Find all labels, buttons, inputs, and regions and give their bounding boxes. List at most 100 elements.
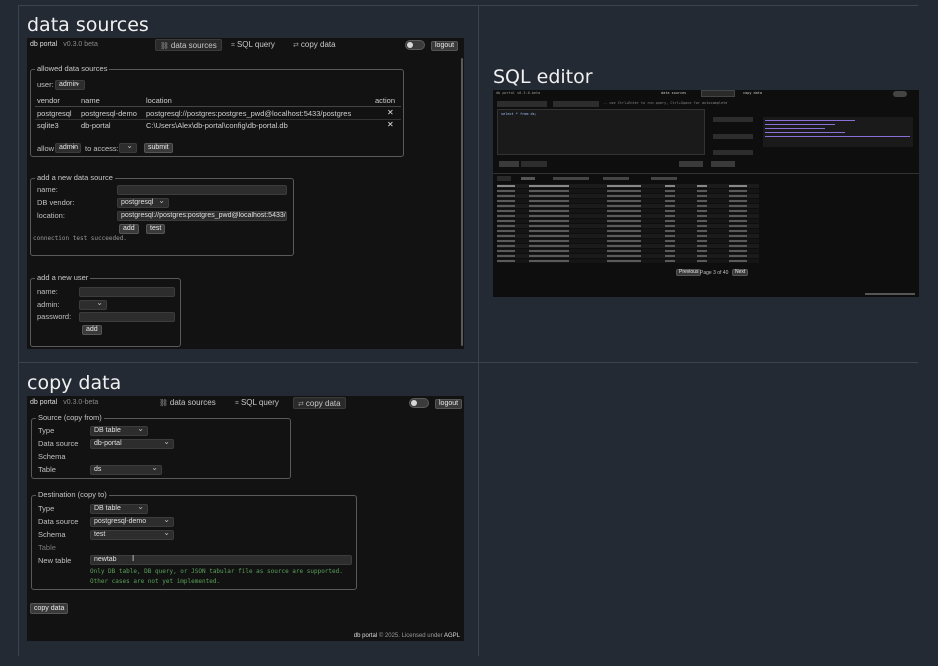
mini-result-row (497, 254, 759, 258)
mini-result-cell (607, 185, 641, 187)
mini-copy-button[interactable] (711, 161, 735, 167)
tab-sql-query[interactable]: ⌗ SQL query (227, 39, 279, 51)
new-table-label: New table (38, 556, 72, 565)
new-source-legend: add a new data source (35, 173, 115, 182)
mini-result-cell (529, 260, 569, 262)
mini-side-select-3[interactable] (713, 150, 753, 155)
delete-icon[interactable]: ✕ (387, 108, 394, 117)
sql-editor-topbar: db portal v0.3.0-beta data sources copy … (493, 90, 919, 98)
mini-result-cell (497, 205, 515, 207)
theme-toggle[interactable] (409, 398, 429, 408)
copy-data-screen: db portal v0.3.0-beta ⛓ data sources ⌗ SQL … (27, 396, 464, 641)
access-select[interactable] (119, 142, 137, 153)
mini-result-cell (607, 235, 641, 237)
admin-select[interactable] (79, 299, 107, 310)
theme-toggle[interactable] (405, 40, 425, 50)
mini-result-cell (729, 220, 747, 222)
mini-next-button[interactable]: Next (732, 269, 749, 276)
source-table-select[interactable]: ds (90, 464, 162, 475)
dest-type-select[interactable]: DB table (90, 503, 148, 514)
mini-result-cell (729, 230, 747, 232)
mini-result-cell (729, 190, 747, 192)
mini-result-cell (697, 195, 707, 197)
delete-icon[interactable]: ✕ (387, 120, 394, 129)
mini-side-select-1[interactable] (713, 117, 753, 122)
mini-export-button[interactable] (679, 161, 703, 167)
submit-button[interactable]: submit (144, 143, 173, 153)
mini-tab-data-sources[interactable]: data sources (661, 91, 686, 95)
tab-sql-query[interactable]: ⌗ SQL query (231, 397, 283, 409)
mini-tab-history[interactable] (553, 177, 589, 180)
logout-button[interactable]: logout (431, 41, 459, 51)
sql-editor-heading: SQL editor (493, 66, 593, 88)
mini-tab-schema[interactable] (651, 177, 677, 180)
mini-run-button[interactable] (499, 161, 519, 167)
dest-schema-select[interactable]: test (90, 529, 174, 540)
new-table-input[interactable]: newtab (90, 555, 352, 565)
mini-result-row (497, 219, 759, 223)
add-source-button[interactable]: add (119, 224, 139, 234)
grid-line-middle (18, 362, 918, 363)
mini-code-line (765, 132, 845, 133)
allow-label: allow (37, 144, 55, 153)
mini-query-select[interactable] (553, 101, 599, 107)
mini-result-cell (697, 245, 707, 247)
mini-result-cell (607, 210, 641, 212)
mini-result-cell (607, 225, 641, 227)
mini-format-select[interactable] (521, 161, 547, 167)
dest-ds-select[interactable]: postgresql-demo (90, 516, 174, 527)
mini-theme-toggle[interactable] (893, 91, 907, 97)
source-ds-select[interactable]: db-portal (90, 438, 174, 449)
db-vendor-select[interactable]: postgresql (117, 197, 169, 208)
mini-result-cell (697, 230, 707, 232)
dest-schema-label: Schema (38, 530, 66, 539)
mini-tab-saved[interactable] (603, 177, 629, 180)
tab-copy-data[interactable]: ⇄ copy data (289, 39, 340, 51)
mini-result-cell (729, 245, 747, 247)
mini-result-cell (529, 215, 569, 217)
user-select[interactable]: admin (55, 79, 85, 90)
add-user-button[interactable]: add (82, 325, 102, 335)
mini-result-cell (729, 210, 747, 212)
user-name-input[interactable] (79, 287, 175, 297)
mini-brand: db portal v0.3.0-beta (496, 91, 541, 95)
allow-user-select[interactable]: admin (55, 142, 81, 153)
source-type-select[interactable]: DB table (90, 425, 148, 436)
grid-line-vertical-left (18, 5, 19, 656)
mini-result-cell (697, 215, 707, 217)
new-user-fieldset: add a new user name: admin: password: ad… (30, 273, 181, 347)
mini-datasource-select[interactable] (497, 101, 547, 107)
source-name-input[interactable] (117, 185, 287, 195)
mini-result-cell (697, 220, 707, 222)
location-input[interactable]: postgresql://postgres:postgres_pwd@local… (117, 211, 287, 221)
mini-result-cell (729, 215, 747, 217)
mini-result-cell (529, 220, 569, 222)
mini-prev-button[interactable]: Previous (676, 269, 702, 276)
mini-result-cell (729, 250, 747, 252)
mini-code-line (765, 124, 835, 125)
mini-result-cell (529, 235, 569, 237)
copy-data-button[interactable]: copy data (30, 603, 69, 614)
tab-data-sources[interactable]: ⛓ data sources (155, 397, 220, 409)
mini-tab-explain[interactable] (521, 177, 535, 180)
test-connection-button[interactable]: test (146, 224, 166, 234)
mini-result-cell (529, 190, 569, 192)
password-input[interactable] (79, 312, 175, 322)
mini-result-cell (497, 195, 515, 197)
mini-result-cell (607, 230, 641, 232)
mini-result-cell (697, 240, 707, 242)
mini-result-cell (665, 240, 675, 242)
logout-button[interactable]: logout (435, 399, 463, 409)
col-location: location (146, 96, 172, 105)
mini-tab-result[interactable] (497, 176, 511, 181)
mini-result-cell (529, 200, 569, 202)
tab-data-sources[interactable]: ⛓ data sources (155, 39, 222, 51)
mini-tab-copy-data[interactable]: copy data (743, 91, 762, 95)
tab-copy-data[interactable]: ⇄ copy data (293, 397, 346, 409)
table-row: postgresql://postgres:postgres_pwd@local… (146, 109, 352, 118)
mini-side-select-2[interactable] (713, 134, 753, 139)
mini-tab-sql-query[interactable] (701, 90, 735, 97)
mini-result-cell (607, 240, 641, 242)
mini-result-cell (697, 255, 707, 257)
scrollbar[interactable] (461, 58, 463, 346)
